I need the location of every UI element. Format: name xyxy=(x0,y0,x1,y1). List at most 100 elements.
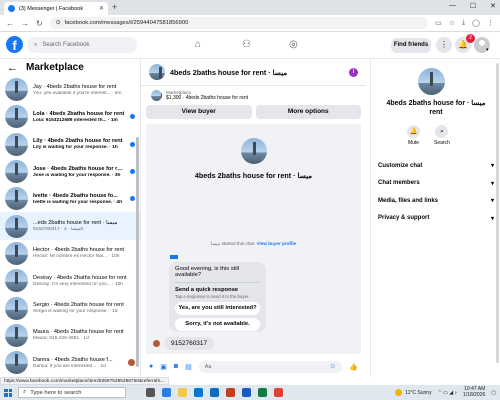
taskbar-search-input[interactable]: ⌕ Type here to search xyxy=(18,387,126,398)
mute-button[interactable]: 🔔 Mute xyxy=(407,125,420,146)
marketplace-header: ← Marketplace xyxy=(0,59,140,76)
cast-icon[interactable]: ▭ xyxy=(435,19,442,27)
more-options-button[interactable]: More options xyxy=(255,105,361,119)
view-buyer-button[interactable]: View buyer xyxy=(146,105,252,119)
office-icon[interactable] xyxy=(226,388,235,397)
chat-item-name: ...eds 2baths house for rent · ميسا xyxy=(33,220,118,227)
star-icon[interactable]: ☆ xyxy=(449,19,455,27)
friends-icon[interactable]: ⚇ xyxy=(242,39,251,50)
buyer-avatar[interactable] xyxy=(153,340,160,347)
mail-icon[interactable] xyxy=(210,388,219,397)
quick-reply-no-button[interactable]: Sorry, it's not available. xyxy=(175,318,260,331)
marketplace-chat-item[interactable]: Ivette · 4beds 2baths house fo... Ivette … xyxy=(0,185,140,212)
find-friends-button[interactable]: Find friends xyxy=(391,38,431,53)
chat-item-text: Lily · 4beds 2baths house for rent Lily i… xyxy=(33,138,125,150)
chrome-icon[interactable] xyxy=(274,388,283,397)
chat-photo xyxy=(418,68,445,95)
chat-item-preview: Lily is waiting for your response. · 1h xyxy=(33,145,118,151)
marketplace-chat-item[interactable]: Hector · 4beds 2baths house for rent Hect… xyxy=(0,240,140,267)
back-arrow-icon[interactable]: ← xyxy=(6,19,14,28)
marketplace-chat-item[interactable]: Jay · 4beds 2baths house for rent You: ye… xyxy=(0,76,140,103)
tray-icons[interactable]: ⌃ ▭ ◢ ♪ xyxy=(438,390,457,396)
marketplace-chat-item[interactable]: Sergio · 4beds 2baths house for rent Serg… xyxy=(0,294,140,321)
conversation-title[interactable]: 4beds 2baths house for rent · ميسا xyxy=(170,68,344,77)
listing-summary[interactable]: Marketplace $1,300 · 4beds 2baths house … xyxy=(141,86,366,105)
tab-title: (3) Messenger | Facebook xyxy=(19,5,84,12)
marketplace-chat-item[interactable]: Lola · 4beds 2baths house for rent Lola: … xyxy=(0,103,140,130)
profile-icon[interactable]: ◯ xyxy=(472,19,480,27)
listing-thumbnail[interactable] xyxy=(149,64,165,80)
groups-icon[interactable]: ◎ xyxy=(289,39,298,50)
notifications-bell-icon[interactable]: 🔔 2 xyxy=(455,34,475,53)
facebook-search-input[interactable]: ⌕ Search Facebook xyxy=(27,37,137,53)
menu-dots-icon[interactable]: ⋮ xyxy=(487,19,494,27)
listing-thumbnail xyxy=(5,214,28,238)
word-icon[interactable] xyxy=(242,388,251,397)
chat-details-panel: 4beds 2baths house for · ميسا rent 🔔 Mut… xyxy=(370,59,500,377)
scrollbar[interactable] xyxy=(136,137,139,367)
url-field[interactable]: ⊙ facebook.com/messages/t/25944047581856… xyxy=(49,17,429,29)
chevron-down-icon: ▾ xyxy=(490,180,494,187)
gif-icon[interactable]: ▤ xyxy=(185,363,192,371)
scrollbar[interactable] xyxy=(496,63,499,363)
marketplace-chat-item[interactable]: Lily · 4beds 2baths house for rent Lily i… xyxy=(0,131,140,158)
quick-response-title: Send a quick response xyxy=(175,287,239,293)
search-in-chat-button[interactable]: ⌕ Search xyxy=(434,125,450,146)
home-icon[interactable]: ⌂ xyxy=(195,39,201,50)
download-icon[interactable]: ⤓ xyxy=(462,19,465,27)
quick-reply-yes-button[interactable]: Yes, are you still interested? xyxy=(175,302,260,315)
chevron-down-icon[interactable]: ▾ xyxy=(486,47,489,53)
chat-members-item[interactable]: Chat members ▾ xyxy=(377,175,495,193)
clock[interactable]: 10:47 AM 1/18/2026 xyxy=(463,386,485,398)
site-info-icon[interactable]: ⊙ xyxy=(56,20,61,26)
customize-chat-item[interactable]: Customize chat ▾ xyxy=(377,157,495,175)
marketplace-chat-item[interactable]: Jose · 4beds 2baths house for rent Jose i… xyxy=(0,158,140,185)
windows-start-icon[interactable] xyxy=(4,388,12,397)
maximize-button[interactable]: ☐ xyxy=(470,2,476,10)
emoji-icon[interactable]: ☺ xyxy=(329,363,336,370)
marketplace-chat-item[interactable]: Maura · 4beds 2baths house for rent Maura… xyxy=(0,322,140,349)
reload-icon[interactable]: ↻ xyxy=(36,19,43,28)
menu-grid-icon[interactable]: ⋮ xyxy=(436,37,452,53)
listing-thumbnail xyxy=(5,132,28,156)
facebook-logo-icon[interactable]: f xyxy=(6,36,23,53)
task-view-icon[interactable] xyxy=(146,388,155,397)
back-arrow-icon[interactable]: ← xyxy=(7,62,18,74)
listing-thumbnail xyxy=(5,269,28,293)
store-icon[interactable] xyxy=(194,388,203,397)
file-explorer-icon[interactable] xyxy=(178,388,187,397)
phone-message-row: 9152760317 xyxy=(153,337,215,350)
thumbs-up-icon[interactable]: 👍 xyxy=(349,363,358,371)
message-input[interactable]: Aa ☺ xyxy=(198,360,343,373)
tab-close-icon[interactable]: ✕ xyxy=(99,5,104,12)
sticker-icon[interactable]: ◙ xyxy=(174,363,178,370)
facebook-header: f ⌕ Search Facebook ⌂ ⚇ ◎ Find friends ⋮… xyxy=(0,32,500,59)
status-url-bar: https://www.facebook.com/marketplace/ite… xyxy=(0,377,169,385)
started-text: ميسا started this chat. xyxy=(210,241,256,246)
chat-item-text: Jay · 4beds 2baths house for rent You: ye… xyxy=(33,84,135,96)
conversation-actions: View buyer More options xyxy=(141,105,366,119)
listing-thumbnail xyxy=(5,105,28,129)
excel-icon[interactable] xyxy=(258,388,267,397)
media-files-links-item[interactable]: Media, files and links ▾ xyxy=(377,192,495,210)
marketplace-chat-item[interactable]: Desiray · 4beds 2baths house for rent Des… xyxy=(0,267,140,294)
new-tab-button[interactable]: + xyxy=(112,2,117,12)
privacy-support-item[interactable]: Privacy & support ▾ xyxy=(377,210,495,228)
browser-tab[interactable]: (3) Messenger | Facebook ✕ xyxy=(4,2,108,15)
view-buyer-profile-link[interactable]: View buyer profile xyxy=(257,241,296,246)
marketplace-chat-item[interactable]: Danna · 4beds 2baths house f... Danna: If… xyxy=(0,349,140,376)
minimize-button[interactable]: — xyxy=(449,2,456,10)
close-window-button[interactable]: ✕ xyxy=(490,2,496,10)
unread-dot-icon xyxy=(130,196,135,202)
forward-arrow-icon[interactable]: → xyxy=(21,19,29,28)
weather-widget[interactable]: 11°C Sunny xyxy=(395,389,432,396)
image-icon[interactable]: ▣ xyxy=(160,363,167,371)
microphone-icon[interactable]: ● xyxy=(149,363,153,370)
chat-item-name: Hector · 4beds 2baths house for rent xyxy=(33,247,125,254)
menu-label: Customize chat xyxy=(378,162,423,169)
listing-thumbnail xyxy=(5,78,28,102)
marketplace-chat-item[interactable]: ...eds 2baths house for rent · ميسا 91527… xyxy=(0,212,140,240)
edge-icon[interactable] xyxy=(162,388,171,397)
notification-center-icon[interactable]: ▢ xyxy=(491,390,496,396)
info-icon[interactable]: i xyxy=(349,67,358,77)
